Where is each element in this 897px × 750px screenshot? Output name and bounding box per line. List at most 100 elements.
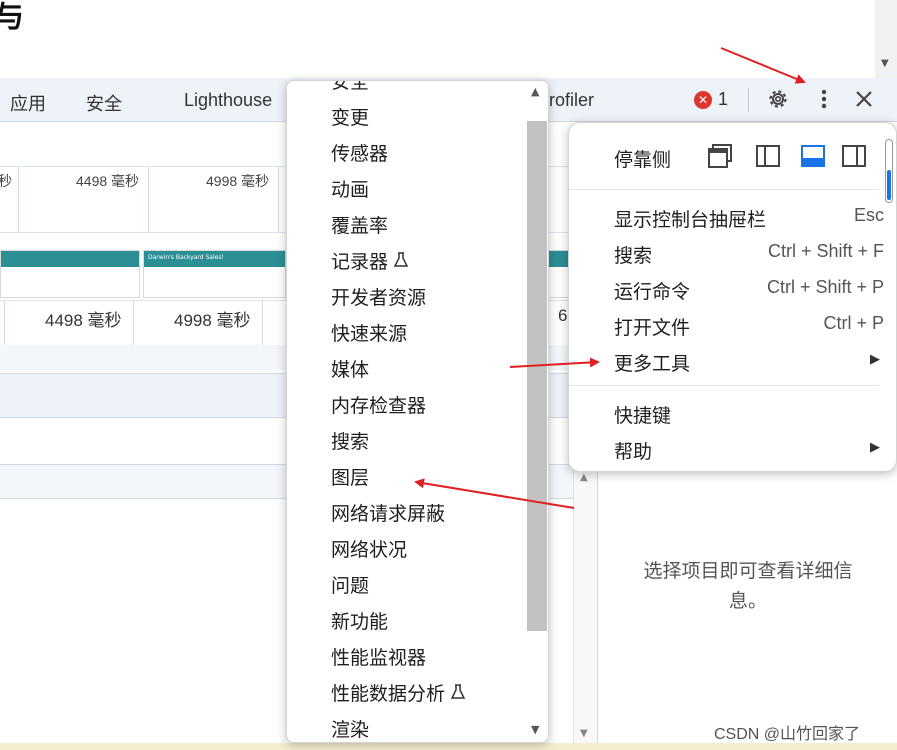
timeline-tick: 4998 毫秒: [206, 173, 270, 189]
tab-lighthouse[interactable]: Lighthouse: [184, 90, 272, 111]
submenu-item-label: 性能监视器: [331, 647, 427, 669]
submenu-item-label: 性能数据分析: [331, 683, 446, 705]
shortcut-label: Ctrl + P: [823, 313, 884, 333]
scrollbar-thumb[interactable]: [887, 170, 891, 200]
menu-item-console-drawer[interactable]: 显示控制台抽屉栏 Esc: [614, 205, 884, 232]
submenu-item[interactable]: 动画: [287, 172, 527, 208]
submenu-scrollbar[interactable]: ▲ ▼: [525, 81, 548, 742]
submenu-item[interactable]: 媒体: [287, 352, 527, 388]
menu-item-label: 帮助: [614, 441, 653, 463]
submenu-item[interactable]: 变更: [287, 100, 527, 136]
submenu-item[interactable]: 图层: [287, 460, 527, 496]
panel-scrollbar[interactable]: ▲ ▼: [573, 470, 597, 743]
screenshot-thumbnail[interactable]: Darwin's Backyard Sales!: [143, 250, 286, 298]
tab-profiler[interactable]: rofiler: [549, 90, 594, 111]
submenu-item[interactable]: 性能监视器: [287, 640, 527, 676]
submenu-item[interactable]: 网络状况: [287, 532, 527, 568]
timeline-tick: 秒: [0, 173, 12, 189]
submenu-item[interactable]: 内存检查器: [287, 388, 527, 424]
submenu-item[interactable]: 传感器: [287, 136, 527, 172]
menu-item-label: 快捷键: [614, 405, 672, 427]
submenu-item-label: 变更: [331, 107, 370, 129]
menu-item-open-file[interactable]: 打开文件 Ctrl + P: [614, 313, 884, 340]
menu-item-search[interactable]: 搜索 Ctrl + Shift + F: [614, 241, 884, 268]
tab-security[interactable]: 安全: [86, 90, 122, 116]
submenu-item-label: 搜索: [331, 431, 370, 453]
grid-line: [278, 166, 279, 232]
toolbar-divider: [748, 88, 749, 112]
menu-item-label: 显示控制台抽屉栏: [614, 209, 767, 231]
submenu-item[interactable]: 问题: [287, 568, 527, 604]
submenu-item-label: 开发者资源: [331, 287, 427, 309]
timeline-tick: 4498 毫秒: [76, 173, 140, 189]
submenu-item[interactable]: 搜索: [287, 424, 527, 460]
submenu-item[interactable]: 新功能: [287, 604, 527, 640]
timeline-tick: 4998 毫秒: [174, 311, 251, 330]
close-devtools-icon[interactable]: [849, 84, 879, 114]
submenu-item-label: 渲染: [331, 719, 370, 741]
menu-divider: [569, 385, 879, 386]
menu-item-label: 打开文件: [614, 317, 691, 339]
menu-item-label: 搜索: [614, 245, 653, 267]
empty-detail-message: 选择项目即可查看详细信息。: [643, 560, 853, 612]
menu-item-shortcuts[interactable]: 快捷键: [614, 401, 884, 428]
dock-side-label: 停靠侧: [614, 149, 672, 171]
scroll-down-icon[interactable]: ▼: [580, 728, 588, 739]
undock-icon[interactable]: [707, 143, 733, 169]
menu-item-more-tools[interactable]: 更多工具 ▶: [614, 349, 884, 376]
grid-line: [18, 166, 19, 232]
menu-item-label: 更多工具: [614, 353, 691, 375]
menu-item-label: 运行命令: [614, 281, 691, 303]
submenu-item-label: 快速来源: [331, 323, 408, 345]
scroll-up-icon[interactable]: ▲: [531, 85, 539, 98]
menu-item-help[interactable]: 帮助 ▶: [614, 437, 884, 464]
submenu-item-label: 网络状况: [331, 539, 408, 561]
page-heading-fragment: 与: [0, 0, 24, 35]
customize-devtools-menu: 停靠侧 显示控制台抽屉栏 Esc 搜索 Ctrl + Shift + F 运行命…: [568, 122, 897, 472]
scroll-down-icon[interactable]: ▼: [881, 58, 889, 69]
scroll-up-icon[interactable]: ▲: [580, 472, 588, 483]
submenu-item[interactable]: 记录器: [287, 244, 527, 280]
more-tools-submenu: 安全变更传感器动画覆盖率记录器开发者资源快速来源媒体内存检查器搜索图层网络请求屏…: [286, 80, 549, 743]
submenu-item[interactable]: 快速来源: [287, 316, 527, 352]
scrollbar-thumb[interactable]: [527, 121, 547, 631]
error-icon[interactable]: ✕: [694, 91, 712, 109]
dock-bottom-icon[interactable]: [800, 143, 826, 169]
timeline-tick: 4498 毫秒: [45, 311, 122, 330]
page-content: 与: [0, 0, 875, 78]
submenu-item-label: 安全: [331, 80, 370, 93]
submenu-arrow-icon: ▶: [870, 440, 880, 455]
menu-item-run-command[interactable]: 运行命令 Ctrl + Shift + P: [614, 277, 884, 304]
error-count[interactable]: 1: [718, 89, 728, 110]
flask-icon: [393, 245, 409, 281]
submenu-item[interactable]: 覆盖率: [287, 208, 527, 244]
submenu-item-label: 记录器: [331, 251, 389, 273]
screenshot-thumbnail[interactable]: [0, 250, 140, 298]
watermark: CSDN @山竹回家了: [714, 726, 861, 743]
submenu-item-label: 动画: [331, 179, 370, 201]
grid-line: [148, 166, 149, 232]
submenu-item[interactable]: 开发者资源: [287, 280, 527, 316]
submenu-item[interactable]: 安全: [287, 80, 527, 100]
submenu-item-label: 传感器: [331, 143, 389, 165]
submenu-item[interactable]: 渲染: [287, 712, 527, 742]
dock-right-icon[interactable]: [841, 143, 867, 169]
submenu-arrow-icon: ▶: [870, 352, 880, 367]
more-options-kebab-icon[interactable]: [809, 84, 839, 114]
timeline-tick: 6: [558, 306, 568, 325]
submenu-item-label: 媒体: [331, 359, 370, 381]
submenu-item-label: 网络请求屏蔽: [331, 503, 446, 525]
menu-scrollbar[interactable]: [885, 139, 893, 203]
page-scrollbar[interactable]: ▼: [875, 0, 897, 78]
menu-divider: [569, 189, 879, 190]
submenu-item[interactable]: 性能数据分析: [287, 676, 527, 712]
tab-application[interactable]: 应用: [10, 90, 46, 116]
submenu-item-label: 内存检查器: [331, 395, 427, 417]
submenu-item[interactable]: 网络请求屏蔽: [287, 496, 527, 532]
submenu-item-label: 问题: [331, 575, 370, 597]
settings-gear-icon[interactable]: [763, 84, 793, 114]
submenu-item-label: 新功能: [331, 611, 389, 633]
shortcut-label: Ctrl + Shift + P: [766, 277, 884, 297]
scroll-down-icon[interactable]: ▼: [531, 723, 539, 736]
dock-left-icon[interactable]: [755, 143, 781, 169]
